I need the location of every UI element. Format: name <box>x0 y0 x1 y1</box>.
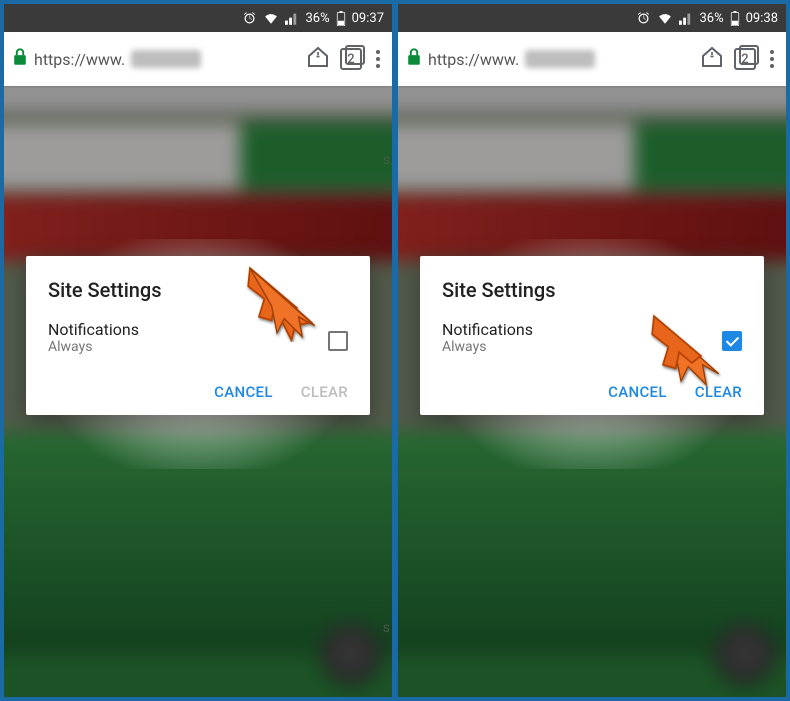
lock-icon <box>12 48 28 70</box>
phone-screen-right: 36% 09:38 https://www. 2 Site Settings N… <box>398 4 786 697</box>
battery-percent: 36% <box>699 11 723 26</box>
tab-count: 2 <box>347 52 354 67</box>
pointer-arrow <box>232 252 322 342</box>
notifications-sublabel: Always <box>442 339 533 355</box>
url-bar[interactable]: https://www. <box>406 48 690 70</box>
menu-icon[interactable] <box>766 46 778 72</box>
clear-button: CLEAR <box>301 383 348 401</box>
status-bar: 36% 09:38 <box>398 4 786 32</box>
pointer-arrow <box>636 300 726 390</box>
battery-icon <box>336 11 346 26</box>
url-text: https://www. <box>428 50 519 69</box>
wifi-icon <box>263 12 279 25</box>
signal-icon <box>285 12 299 25</box>
dialog-title: Site Settings <box>442 278 742 302</box>
browser-toolbar: https://www. 2 <box>4 32 392 86</box>
cancel-button[interactable]: CANCEL <box>214 383 273 401</box>
url-bar[interactable]: https://www. <box>12 48 296 70</box>
decoration: s <box>383 620 390 636</box>
signal-icon <box>679 12 693 25</box>
lock-icon <box>406 48 422 70</box>
tabs-icon[interactable]: 2 <box>340 48 362 70</box>
phone-screen-left: 36% 09:37 https://www. 2 s s Site Settin… <box>4 4 392 697</box>
notifications-checkbox[interactable] <box>328 331 348 351</box>
browser-toolbar: https://www. 2 <box>398 32 786 86</box>
clock-time: 09:37 <box>352 11 384 26</box>
alarm-icon <box>242 11 257 26</box>
url-redacted <box>525 50 595 68</box>
tabs-icon[interactable]: 2 <box>734 48 756 70</box>
alarm-icon <box>636 11 651 26</box>
home-icon[interactable] <box>306 45 330 73</box>
dialog-actions: CANCEL CLEAR <box>48 383 348 401</box>
wifi-icon <box>657 12 673 25</box>
url-redacted <box>131 50 201 68</box>
clock-time: 09:38 <box>746 11 778 26</box>
notifications-label: Notifications <box>442 320 533 339</box>
decoration: s <box>383 152 390 168</box>
battery-icon <box>730 11 740 26</box>
url-text: https://www. <box>34 50 125 69</box>
notifications-label: Notifications <box>48 320 139 339</box>
notifications-sublabel: Always <box>48 339 139 355</box>
battery-percent: 36% <box>305 11 329 26</box>
status-bar: 36% 09:37 <box>4 4 392 32</box>
tab-count: 2 <box>741 52 748 67</box>
menu-icon[interactable] <box>372 46 384 72</box>
home-icon[interactable] <box>700 45 724 73</box>
